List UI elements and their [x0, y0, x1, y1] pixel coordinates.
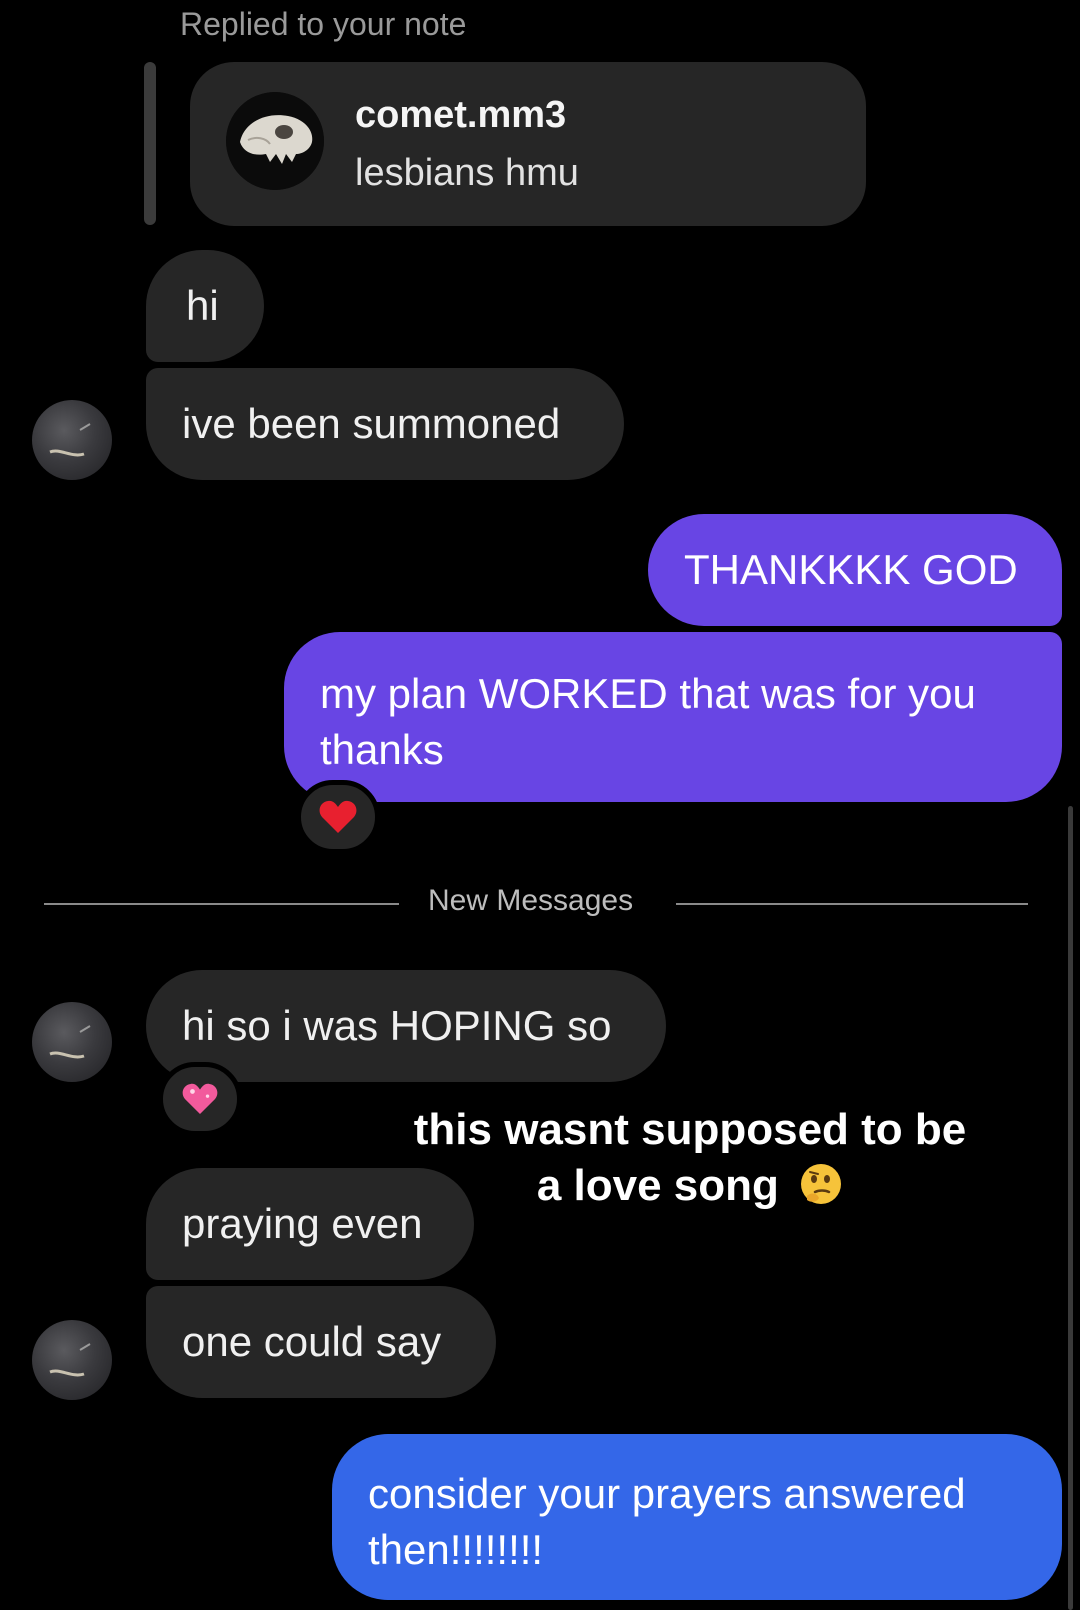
- message-text: praying even: [182, 1200, 423, 1247]
- message-bubble-incoming[interactable]: praying even: [146, 1168, 474, 1280]
- sender-avatar[interactable]: [32, 1002, 112, 1082]
- overlay-caption-line: a love song: [536, 1161, 779, 1210]
- message-text: THANKKKK GOD: [684, 546, 1018, 593]
- message-text-line: thanks: [320, 726, 444, 773]
- message-bubble-incoming[interactable]: ive been summoned: [146, 368, 624, 480]
- sender-avatar[interactable]: [32, 400, 112, 480]
- message-bubble-outgoing[interactable]: THANKKKK GOD: [648, 514, 1062, 626]
- thinking-face-icon: [799, 1162, 843, 1220]
- overlay-caption-line: this wasnt supposed to be: [413, 1105, 967, 1154]
- note-username: comet.mm3: [355, 94, 567, 136]
- message-text-line: then!!!!!!!!: [368, 1526, 544, 1573]
- divider-line-right: [676, 903, 1028, 905]
- message-bubble-incoming[interactable]: one could say: [146, 1286, 496, 1398]
- new-messages-divider: New Messages: [428, 884, 634, 917]
- sender-avatar[interactable]: [32, 1320, 112, 1400]
- message-text: hi: [186, 282, 219, 329]
- reply-indicator-bar: [144, 62, 156, 225]
- message-text: ive been summoned: [182, 400, 561, 447]
- message-text-line: my plan WORKED that was for you: [320, 670, 976, 717]
- message-bubble-outgoing[interactable]: consider your prayers answered then!!!!!…: [332, 1434, 1062, 1600]
- note-text: lesbians hmu: [355, 152, 579, 194]
- note-avatar-skull-icon[interactable]: [226, 92, 324, 190]
- message-text: hi so i was HOPING so: [182, 1002, 612, 1049]
- message-bubble-outgoing[interactable]: my plan WORKED that was for you thanks: [284, 632, 1062, 802]
- divider-line-left: [44, 903, 399, 905]
- message-text-line: consider your prayers answered: [368, 1470, 966, 1517]
- message-text: one could say: [182, 1318, 442, 1365]
- reply-caption: Replied to your note: [180, 6, 467, 42]
- message-bubble-incoming[interactable]: hi so i was HOPING so: [146, 970, 666, 1082]
- scrollbar[interactable]: [1068, 806, 1073, 1610]
- reaction-sparkling-heart-icon[interactable]: [158, 1062, 242, 1136]
- message-bubble-incoming[interactable]: hi: [146, 250, 264, 362]
- reaction-heart-icon[interactable]: [296, 780, 380, 854]
